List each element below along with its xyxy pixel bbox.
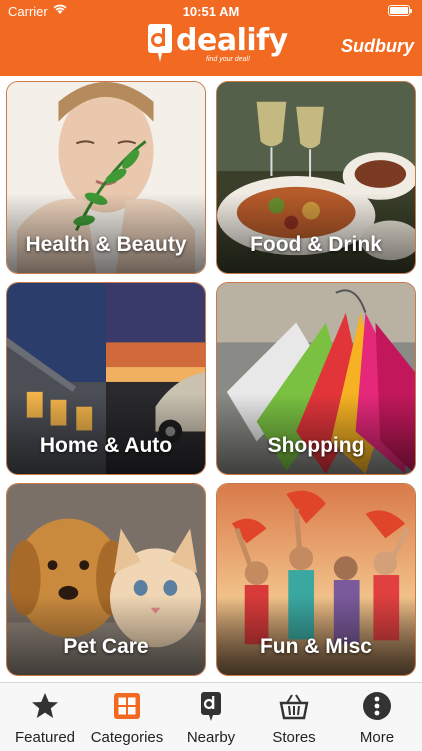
tile-label: Food & Drink <box>250 233 382 256</box>
tile-label: Fun & Misc <box>259 635 372 658</box>
status-time: 10:51 AM <box>182 4 240 19</box>
logo-text: dealify <box>176 23 288 58</box>
category-tile-shopping[interactable]: Shopping <box>216 282 416 475</box>
category-tile-pet-care[interactable]: Pet Care <box>6 483 206 676</box>
logo-tagline: find your deal! <box>206 56 250 63</box>
app-logo: dealify find your deal! <box>146 20 288 68</box>
dealify-logo-icon <box>148 24 172 62</box>
basket-icon <box>279 694 309 720</box>
tab-nearby[interactable]: Nearby <box>169 683 253 751</box>
tab-label: Featured <box>14 729 76 746</box>
tile-label: Home & Auto <box>39 434 173 457</box>
category-tile-fun-misc[interactable]: Fun & Misc <box>216 483 416 676</box>
status-bar: Carrier 10:51 AM <box>0 0 422 22</box>
star-icon <box>32 693 58 718</box>
city-selector[interactable]: Sudbury <box>341 36 414 57</box>
battery-icon <box>388 5 412 16</box>
tab-label: Stores <box>272 729 316 746</box>
category-tile-health-beauty[interactable]: Health & Beauty <box>6 81 206 274</box>
tab-categories[interactable]: Categories <box>85 683 169 751</box>
tile-label: Shopping <box>267 434 365 457</box>
location-icon <box>201 692 221 721</box>
tile-label: Pet Care <box>63 635 149 658</box>
grid-icon <box>114 693 140 719</box>
category-grid: Health & Beauty Food & Drink Home & Auto… <box>0 76 422 682</box>
more-icon <box>363 692 391 720</box>
app-header: Carrier 10:51 AM dealify find your deal!… <box>0 0 422 76</box>
tab-featured[interactable]: Featured <box>3 683 87 751</box>
tab-label: Categories <box>90 729 164 746</box>
tab-label: More <box>359 729 395 746</box>
tab-more[interactable]: More <box>335 683 419 751</box>
tile-label: Health & Beauty <box>25 233 187 256</box>
tab-label: Nearby <box>186 729 236 746</box>
tab-stores[interactable]: Stores <box>252 683 336 751</box>
category-tile-home-auto[interactable]: Home & Auto <box>6 282 206 475</box>
category-tile-food-drink[interactable]: Food & Drink <box>216 81 416 274</box>
bottom-tab-bar: Featured Categories Nearby Stores More <box>0 682 422 751</box>
